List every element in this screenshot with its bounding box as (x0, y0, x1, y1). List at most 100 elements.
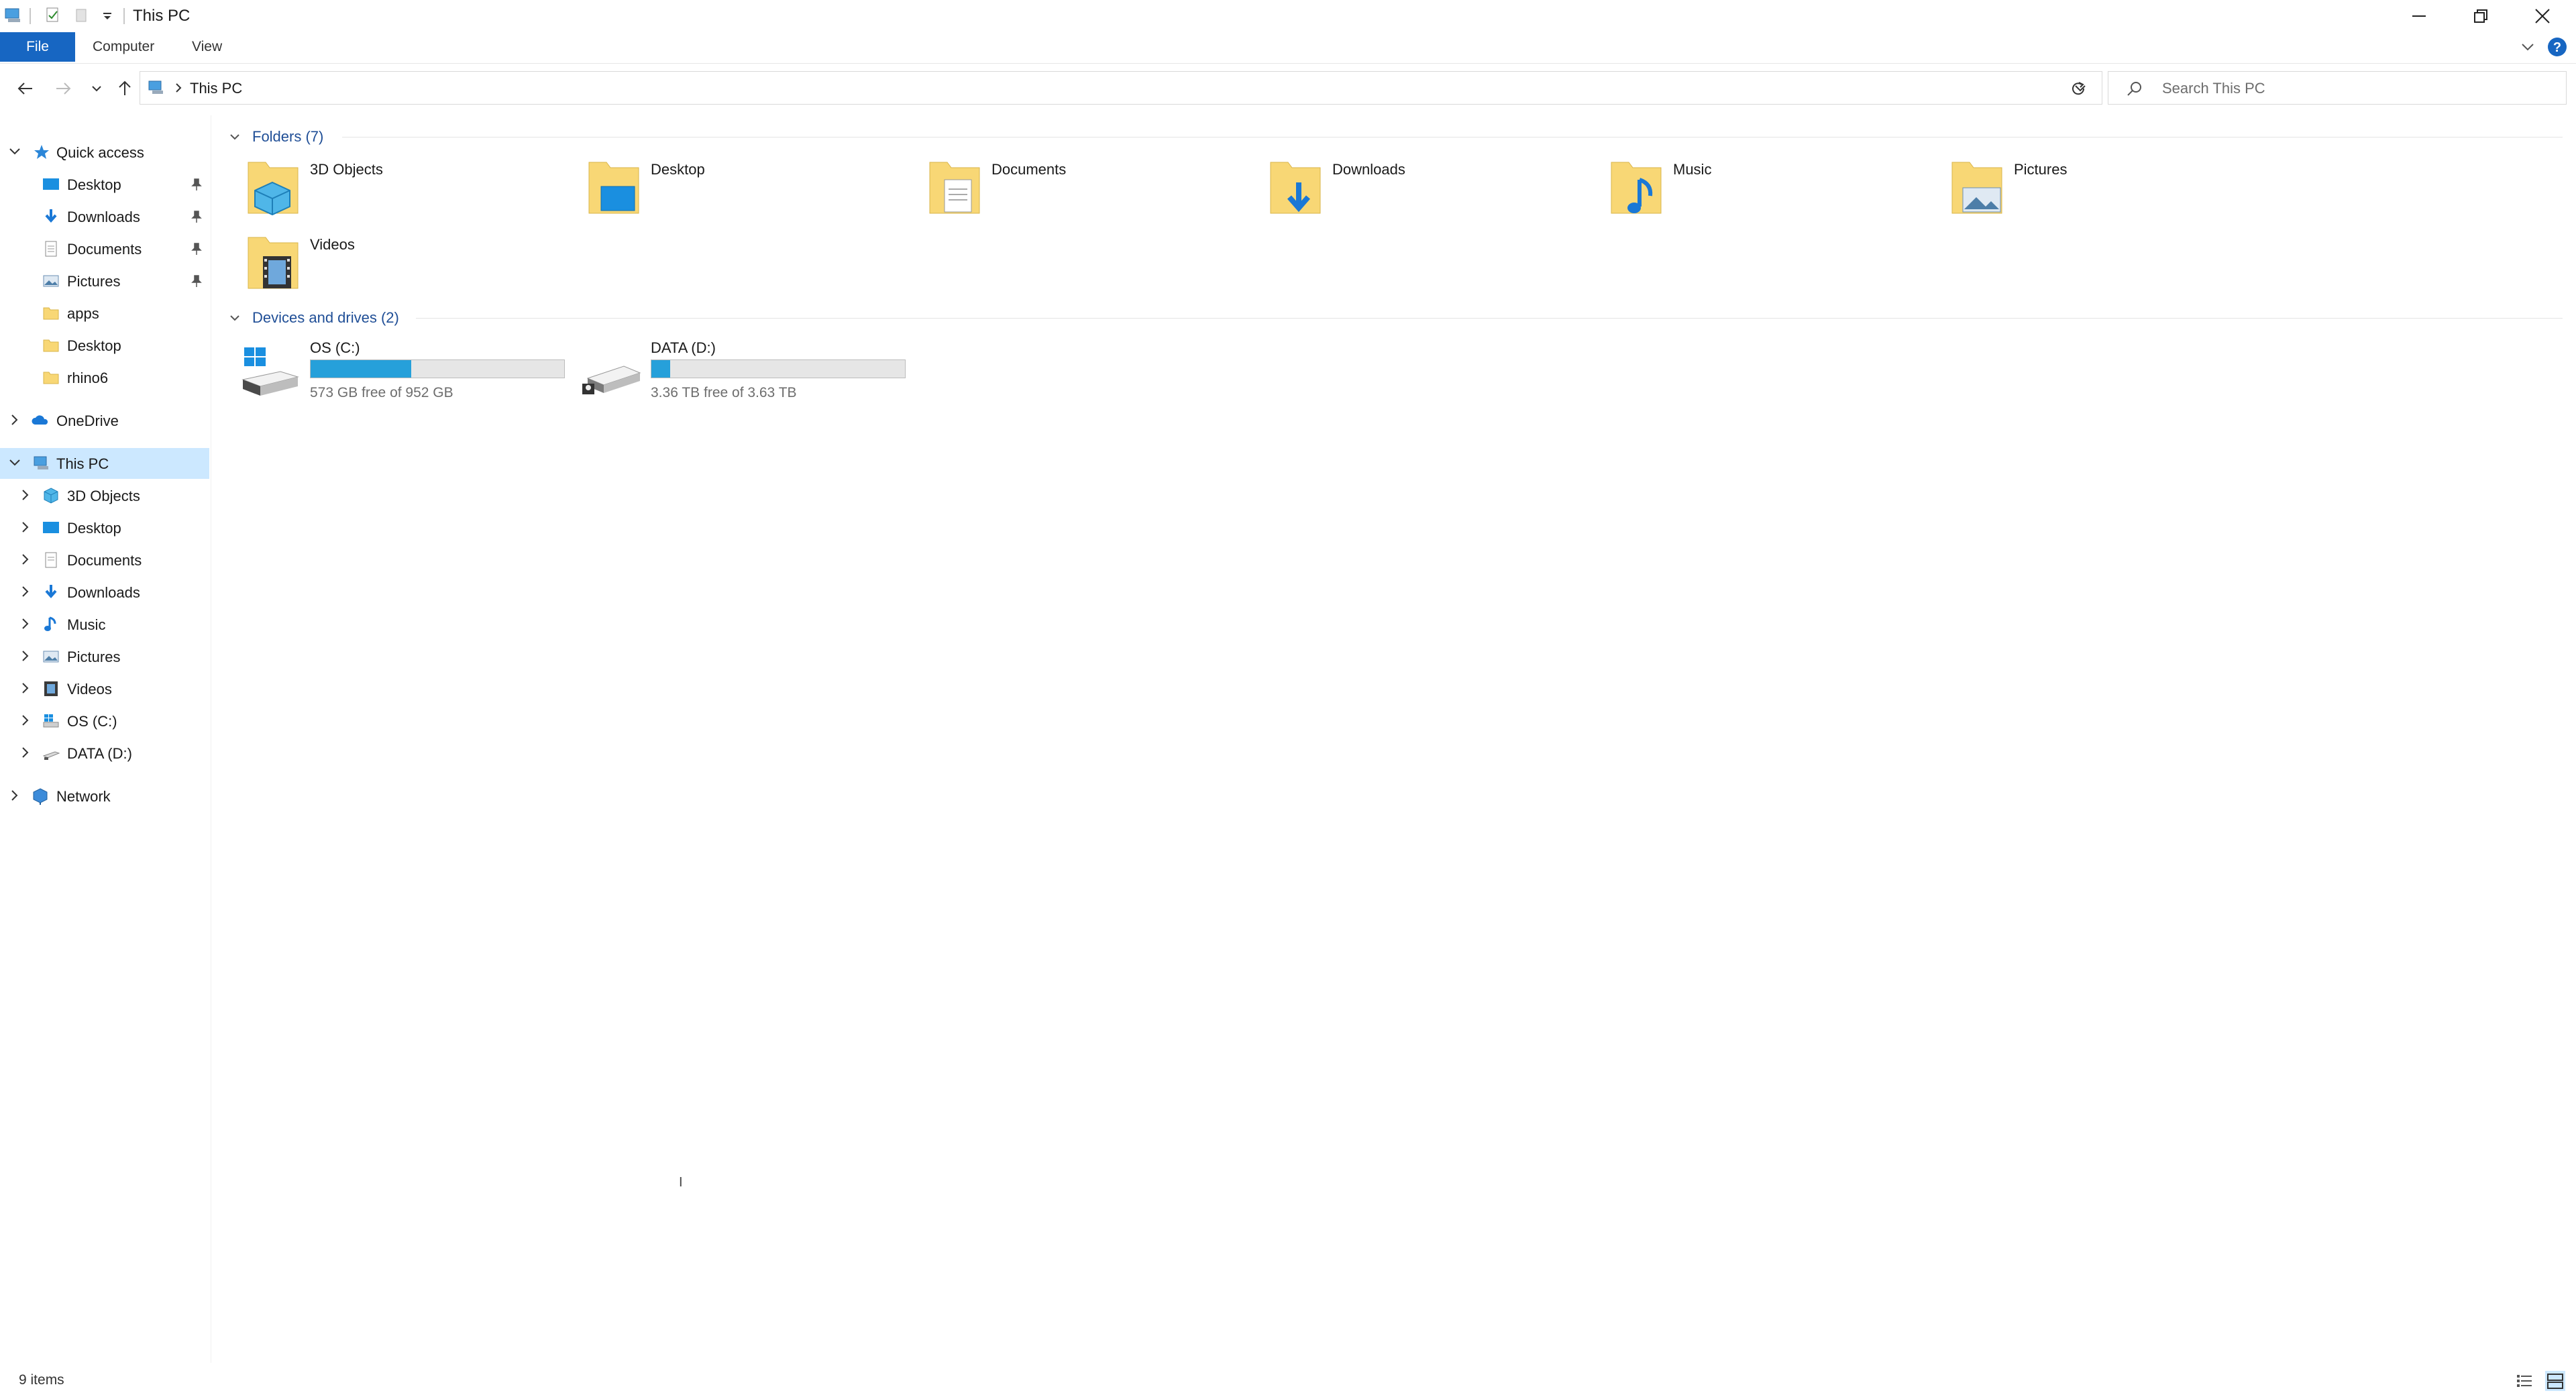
pin-icon[interactable] (191, 274, 203, 288)
breadcrumb-chevron-icon[interactable] (172, 81, 184, 95)
document-icon (45, 241, 57, 257)
tab-computer[interactable]: Computer (78, 32, 169, 62)
nav-quick-rhino6[interactable]: rhino6 (0, 362, 209, 393)
chevron-right-icon[interactable] (17, 487, 34, 503)
chevron-right-icon[interactable] (17, 519, 34, 535)
expand-ribbon-icon[interactable] (2520, 39, 2536, 55)
chevron-right-icon[interactable] (17, 616, 34, 632)
nav-pc-data-d[interactable]: DATA (D:) (0, 738, 209, 769)
breadcrumb-this-pc[interactable]: This PC (190, 80, 242, 97)
pin-icon[interactable] (191, 210, 203, 223)
folders-group-title: Folders (7) (252, 128, 324, 145)
nav-pc-desktop[interactable]: Desktop (0, 512, 209, 543)
drive-os-c[interactable]: OS (C:) 573 GB free of 952 GB (212, 334, 565, 408)
large-icons-view-icon (2547, 1374, 2563, 1389)
chevron-right-icon[interactable] (17, 551, 34, 567)
back-button[interactable] (12, 75, 39, 102)
nav-quick-pictures[interactable]: Pictures (0, 266, 209, 296)
folder-3d-objects[interactable]: 3D Objects (212, 150, 534, 217)
properties-icon[interactable] (44, 7, 62, 24)
nav-pc-music[interactable]: Music (0, 609, 209, 640)
this-pc-icon (147, 78, 166, 97)
download-arrow-icon (45, 209, 57, 223)
nav-pc-downloads[interactable]: Downloads (0, 577, 209, 608)
chevron-down-icon (92, 86, 101, 92)
nav-pc-pictures[interactable]: Pictures (0, 641, 209, 672)
folder-name: Desktop (651, 161, 705, 178)
nav-pc-3d-objects[interactable]: 3D Objects (0, 480, 209, 511)
nav-label: Documents (67, 241, 142, 258)
chevron-right-icon[interactable] (17, 744, 34, 761)
folder-name: Videos (310, 236, 355, 253)
chevron-down-icon[interactable] (7, 455, 23, 471)
nav-label: Quick access (56, 144, 144, 161)
pin-icon[interactable] (191, 178, 203, 191)
nav-label: Desktop (67, 337, 121, 354)
nav-quick-access[interactable]: Quick access (0, 137, 209, 168)
document-icon (45, 552, 57, 568)
folder-pictures[interactable]: Pictures (1916, 150, 2238, 217)
nav-quick-documents[interactable]: Documents (0, 233, 209, 264)
nav-pc-videos[interactable]: Videos (0, 673, 209, 704)
folder-videos[interactable]: Videos (212, 225, 534, 292)
search-input[interactable] (2161, 78, 2553, 99)
close-button[interactable] (2512, 0, 2573, 32)
up-button[interactable] (111, 75, 138, 102)
folders-group-header[interactable]: Folders (7) (221, 125, 2576, 148)
help-icon[interactable]: ? (2546, 36, 2568, 58)
folder-music[interactable]: Music (1575, 150, 1897, 217)
nav-quick-desktop-2[interactable]: Desktop (0, 330, 209, 361)
drive-usage-fill (651, 360, 670, 378)
tab-file[interactable]: File (0, 32, 75, 62)
drive-usage-bar (310, 359, 565, 378)
tab-view[interactable]: View (177, 32, 237, 62)
chevron-down-icon[interactable] (228, 311, 241, 325)
folder-name: Music (1673, 161, 1712, 178)
pin-icon[interactable] (191, 242, 203, 256)
forward-button[interactable] (50, 75, 76, 102)
nav-quick-apps[interactable]: apps (0, 298, 209, 329)
qat-customize-icon[interactable] (101, 8, 114, 23)
nav-pc-documents[interactable]: Documents (0, 545, 209, 575)
drive-data-d[interactable]: DATA (D:) 3.36 TB free of 3.63 TB (553, 334, 906, 408)
minimize-button[interactable] (2388, 0, 2450, 32)
star-icon (34, 145, 49, 159)
folder-desktop[interactable]: Desktop (553, 150, 875, 217)
search-box[interactable] (2108, 71, 2567, 105)
folder-pictures-icon (1951, 162, 2002, 214)
chevron-right-icon[interactable] (17, 648, 34, 664)
nav-quick-desktop[interactable]: Desktop (0, 169, 209, 200)
chevron-down-icon[interactable] (228, 130, 241, 144)
text-cursor: I (679, 1175, 683, 1190)
restore-button[interactable] (2450, 0, 2512, 32)
folder-icon (43, 372, 59, 384)
nav-label: Pictures (67, 649, 121, 665)
qat-separator (123, 8, 125, 24)
nav-onedrive[interactable]: OneDrive (0, 405, 209, 436)
folder-documents[interactable]: Documents (894, 150, 1216, 217)
drive-space-info: 573 GB free of 952 GB (310, 385, 453, 400)
nav-network[interactable]: Network (0, 781, 209, 812)
ribbon-tabs: File Computer View ? (0, 32, 2576, 64)
chevron-right-icon[interactable] (7, 412, 23, 428)
address-bar[interactable]: This PC (140, 71, 2102, 105)
nav-label: Downloads (67, 584, 140, 601)
new-folder-icon[interactable] (72, 7, 90, 24)
details-view-button[interactable] (2514, 1371, 2534, 1391)
nav-this-pc[interactable]: This PC (0, 448, 209, 479)
chevron-right-icon[interactable] (17, 583, 34, 600)
minimize-icon (2412, 15, 2426, 17)
nav-pc-os-c[interactable]: OS (C:) (0, 706, 209, 736)
large-icons-view-button[interactable] (2545, 1371, 2565, 1391)
chevron-right-icon[interactable] (17, 712, 34, 728)
drives-group-header[interactable]: Devices and drives (2) (221, 306, 2576, 329)
recent-locations-button[interactable] (83, 75, 110, 102)
chevron-right-icon[interactable] (17, 680, 34, 696)
refresh-icon[interactable] (2069, 79, 2088, 98)
folder-videos-icon (248, 237, 299, 289)
folder-downloads[interactable]: Downloads (1234, 150, 1556, 217)
chevron-right-icon[interactable] (7, 787, 23, 803)
item-count: 9 items (19, 1372, 64, 1388)
nav-quick-downloads[interactable]: Downloads (0, 201, 209, 232)
chevron-down-icon[interactable] (7, 144, 23, 160)
